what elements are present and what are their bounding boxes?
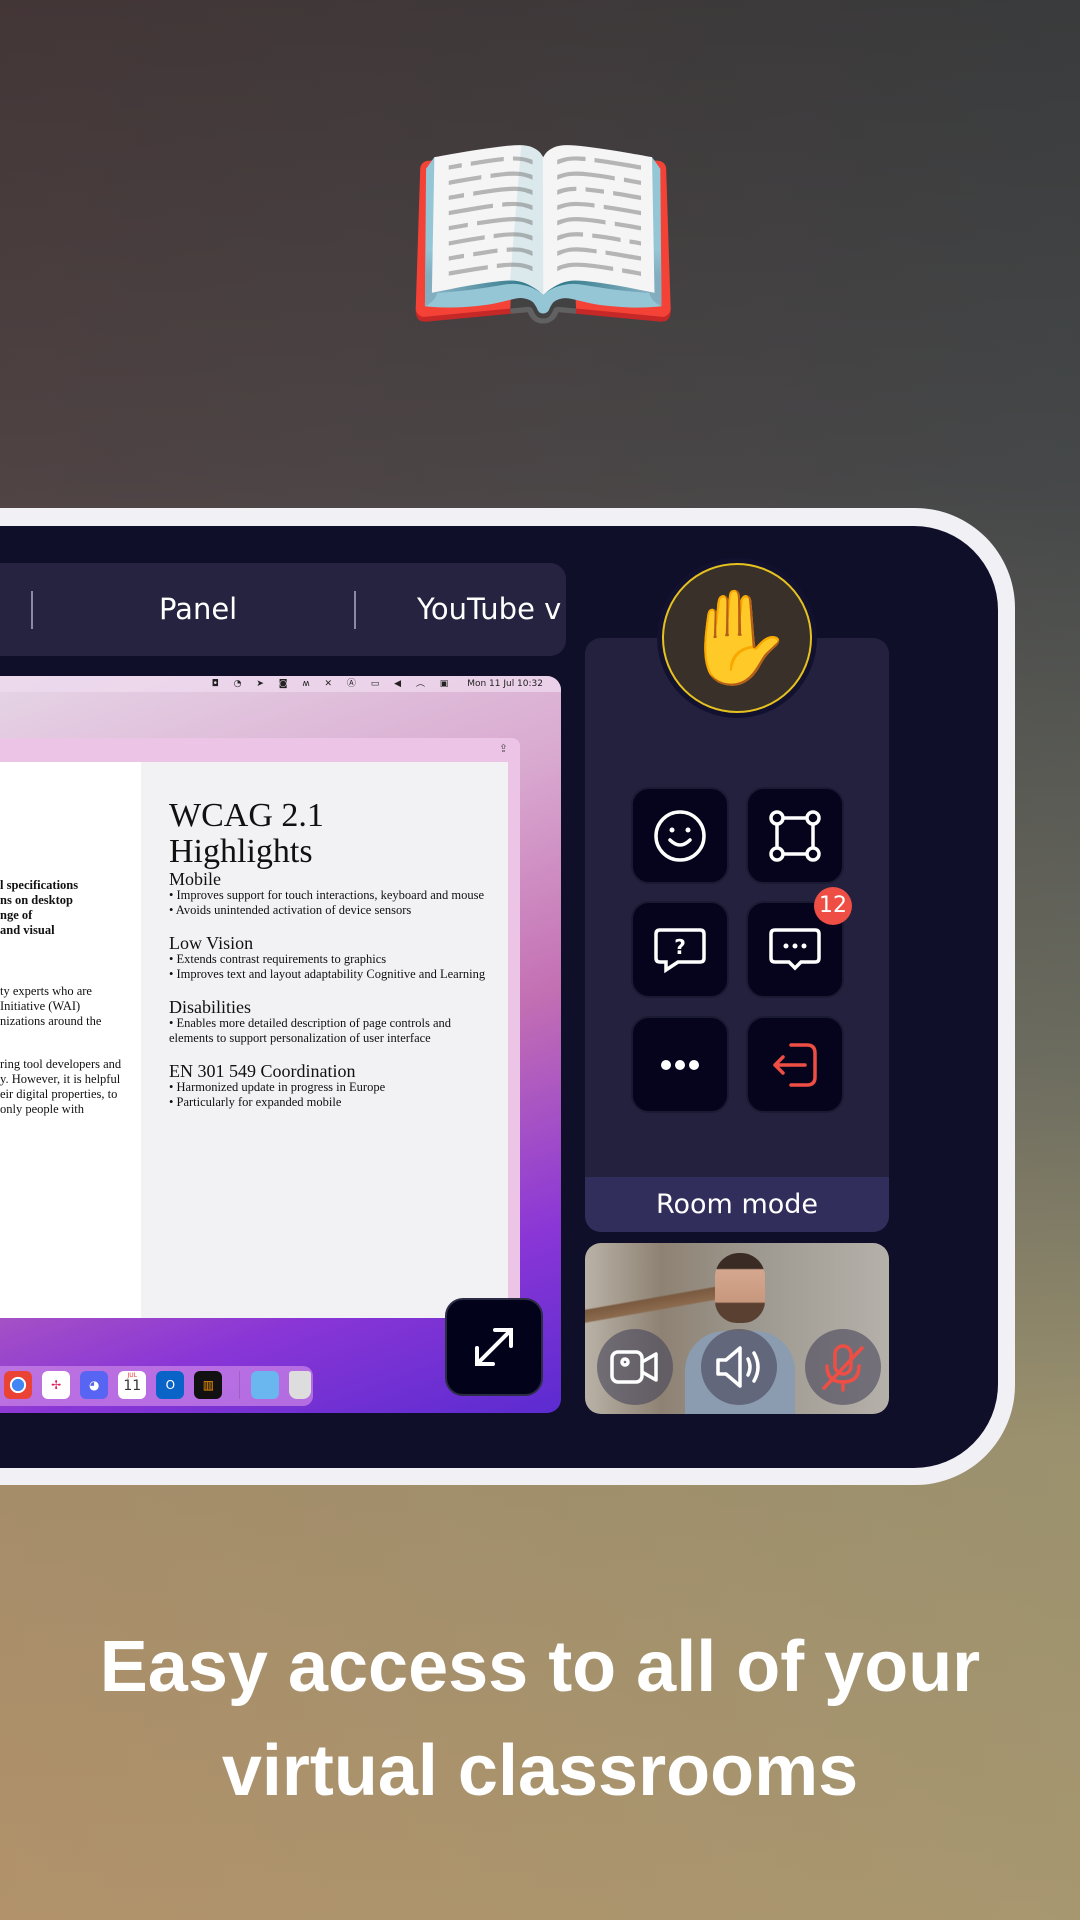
text-fragment: and visual: [0, 923, 55, 937]
microphone-toggle-button[interactable]: [805, 1329, 881, 1405]
section-heading: Mobile: [169, 869, 221, 889]
raise-hand-button[interactable]: ✋: [657, 558, 817, 718]
browser-window: ⇪ l specifications ns on desktop nge of …: [0, 738, 520, 1318]
text-fragment: nge of: [0, 908, 33, 922]
text-fragment: ring tool developers and: [0, 1057, 122, 1071]
section-mobile: Mobile • Improves support for touch inte…: [169, 870, 508, 918]
section-disabilities: Disabilities • Enables more detailed des…: [169, 998, 508, 1046]
raised-hand-icon: ✋: [662, 563, 812, 713]
bullet: • Harmonized update in progress in Europ…: [169, 1080, 386, 1094]
svg-text:?: ?: [674, 935, 686, 959]
more-icon: [661, 1059, 699, 1070]
chrome-icon[interactable]: [4, 1371, 32, 1399]
tab-youtube[interactable]: YouTube v: [417, 563, 561, 656]
video-camera-icon: [610, 1350, 658, 1384]
leave-room-button[interactable]: [746, 1016, 844, 1113]
expand-icon: [475, 1328, 513, 1366]
headline-line-1: Easy access to all of your: [99, 1627, 981, 1707]
section-en301549: EN 301 549 Coordination • Harmonized upd…: [169, 1062, 508, 1110]
outlook-icon[interactable]: O: [156, 1371, 185, 1399]
text-fragment: ns on desktop: [0, 893, 73, 907]
dock-divider: [238, 1371, 240, 1399]
mac-menubar: ◘ ◔ ➤ ◙ ʍ ✕ Ⓐ ▭ ◀ ︵ ▣ Mon 11 Jul 10:32: [0, 676, 561, 692]
menubar-status-icons: ◘ ◔ ➤ ◙ ʍ ✕ Ⓐ ▭ ◀ ︵ ▣: [211, 679, 455, 689]
section-heading: Low Vision: [169, 933, 254, 953]
text-fragment: eir digital properties, to: [0, 1087, 118, 1101]
document-right-column: WCAG 2.1 Highlights Mobile • Improves su…: [141, 762, 508, 1318]
room-mode-label[interactable]: Room mode: [585, 1177, 889, 1232]
chat-button[interactable]: 12: [746, 887, 852, 998]
room-tabs: Panel YouTube v: [0, 563, 566, 656]
camera-toggle-button[interactable]: [597, 1329, 673, 1405]
document-left-column: l specifications ns on desktop nge of an…: [0, 762, 141, 1318]
speaker-toggle-button[interactable]: [701, 1329, 777, 1405]
bullet: • Improves support for touch interaction…: [169, 888, 485, 902]
chat-unread-badge: 12: [814, 887, 852, 925]
section-heading: EN 301 549 Coordination: [169, 1061, 356, 1081]
text-fragment: only people with: [0, 1102, 85, 1116]
discord-icon[interactable]: ◕: [80, 1371, 109, 1399]
bullet: • Improves text and layout adaptability …: [169, 967, 486, 981]
text-fragment: y. However, it is helpful: [0, 1072, 121, 1086]
folder-icon[interactable]: [250, 1371, 279, 1399]
tab-panel[interactable]: Panel: [159, 563, 237, 656]
whiteboard-button[interactable]: [746, 787, 844, 884]
calendar-day: 11: [123, 1378, 142, 1394]
leave-icon: [773, 1042, 817, 1087]
whiteboard-icon: [769, 809, 821, 862]
headline: Easy access to all of your virtual class…: [40, 1615, 1040, 1823]
deezer-icon[interactable]: ▥: [194, 1371, 223, 1399]
more-button[interactable]: [631, 1016, 729, 1113]
open-book-icon: 📖: [400, 101, 687, 368]
fullscreen-button[interactable]: [445, 1298, 543, 1396]
document-title: WCAG 2.1 Highlights: [169, 797, 324, 870]
slack-icon[interactable]: ✢: [42, 1371, 71, 1399]
menubar-clock: Mon 11 Jul 10:32: [467, 679, 543, 689]
section-heading: Disabilities: [169, 997, 251, 1017]
section-low-vision: Low Vision • Extends contrast requiremen…: [169, 934, 508, 982]
trash-icon[interactable]: [288, 1371, 311, 1399]
question-icon: ?: [654, 927, 706, 973]
text-fragment: ty experts who are: [0, 984, 92, 998]
speaker-icon: [716, 1346, 760, 1388]
share-icon[interactable]: ⇪: [499, 742, 508, 755]
text-fragment: l specifications: [0, 878, 79, 892]
bullet: • Particularly for expanded mobile: [169, 1095, 342, 1109]
self-video-preview: [585, 1243, 889, 1414]
bullet: • Extends contrast requirements to graph…: [169, 952, 387, 966]
bullet: • Avoids unintended activation of device…: [169, 903, 412, 917]
questions-button[interactable]: ?: [631, 901, 729, 998]
tab-divider: [31, 591, 33, 629]
reactions-button[interactable]: [631, 787, 729, 884]
calendar-icon[interactable]: JUL 11: [118, 1371, 147, 1399]
text-fragment: nizations around the: [0, 1014, 102, 1028]
tab-divider: [354, 591, 356, 629]
text-fragment: Initiative (WAI): [0, 999, 81, 1013]
headline-line-2: virtual classrooms: [221, 1731, 859, 1811]
bullet: • Enables more detailed description of p…: [169, 1016, 452, 1045]
smile-icon: [654, 809, 706, 862]
mac-dock: ✢ ◕ JUL 11 O ▥: [0, 1366, 313, 1406]
chat-icon: [769, 927, 821, 970]
microphone-muted-icon: [822, 1344, 864, 1392]
